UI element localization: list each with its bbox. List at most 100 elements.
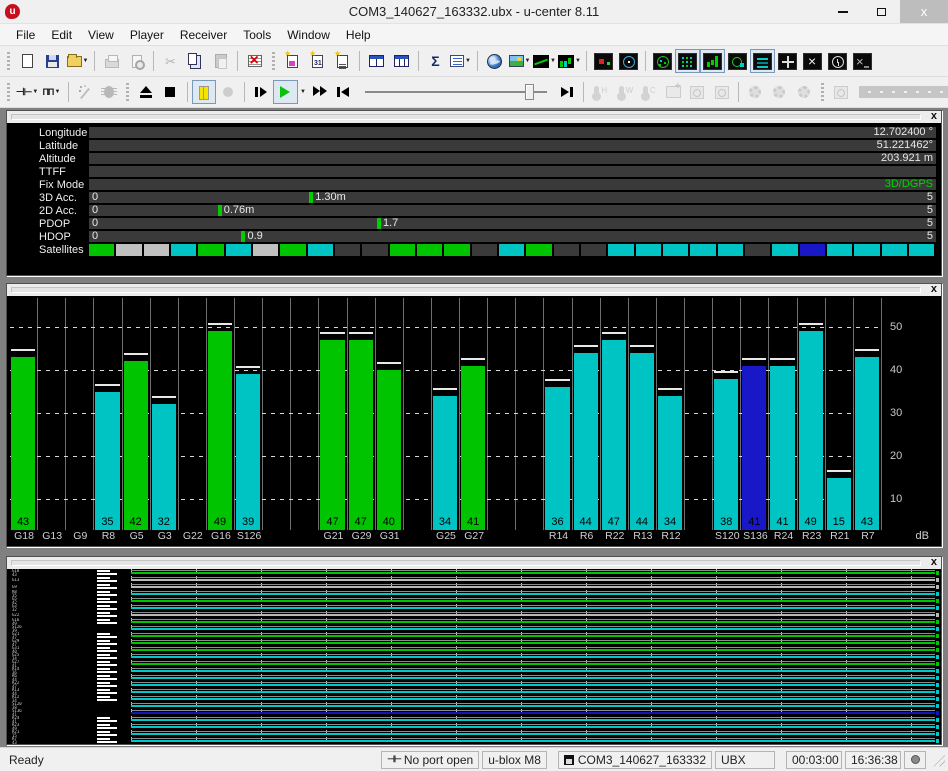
satellite-track-view-button[interactable] (725, 49, 750, 73)
toolbar-grip[interactable] (272, 52, 275, 70)
history-panel-header[interactable]: x (7, 557, 941, 569)
new-file-button[interactable] (15, 49, 40, 73)
map-view-button[interactable]: ▼ (507, 49, 532, 73)
split-horizontal-button[interactable] (364, 49, 389, 73)
print-button[interactable] (99, 49, 124, 73)
warm-start-button[interactable] (613, 80, 637, 104)
autoconfig-button[interactable] (73, 80, 97, 104)
maximize-button[interactable] (862, 0, 900, 23)
chart-panel-header[interactable]: x (7, 284, 941, 296)
stop-button[interactable] (158, 80, 182, 104)
docking-config-button[interactable] (829, 80, 853, 104)
status-protocol-cell[interactable]: UBX (715, 751, 775, 769)
satellite-block (89, 244, 114, 256)
dropdown-arrow-icon[interactable]: ▼ (83, 58, 89, 64)
skip-to-start-button[interactable] (333, 80, 357, 104)
compass-view-button[interactable] (616, 49, 641, 73)
sky-view-button[interactable] (650, 49, 675, 73)
play-dropdown-button[interactable]: ▼ (298, 80, 309, 104)
toolbar-grip[interactable] (821, 83, 824, 101)
close-view-button[interactable] (800, 49, 825, 73)
toolbar-grip[interactable] (7, 83, 10, 101)
new-text-view-button[interactable] (330, 49, 355, 73)
history-end-cap (936, 683, 939, 687)
gnss-config-2-button[interactable] (710, 80, 734, 104)
signal-level-view-button[interactable] (700, 49, 725, 73)
history-row: G3140 (9, 646, 939, 653)
status-receiver-cell[interactable]: u-blox M8 (482, 751, 547, 769)
menu-item-edit[interactable]: Edit (43, 26, 80, 44)
clear-table-button[interactable] (242, 49, 267, 73)
play-button[interactable] (273, 80, 297, 104)
settings-1-button[interactable] (743, 80, 767, 104)
playback-slider[interactable] (365, 82, 547, 102)
data-panel-header[interactable]: x (7, 111, 941, 123)
dropdown-arrow-icon[interactable]: ▼ (525, 58, 531, 64)
close-button[interactable]: x (900, 0, 948, 23)
text-console-view-button[interactable] (750, 49, 775, 73)
menu-item-tools[interactable]: Tools (235, 26, 279, 44)
split-vertical-button[interactable] (389, 49, 414, 73)
menu-item-file[interactable]: File (8, 26, 43, 44)
hot-start-button[interactable] (588, 80, 612, 104)
toolbar-grip[interactable] (7, 52, 10, 70)
settings-2-button[interactable] (767, 80, 791, 104)
history-row: G9 (9, 583, 939, 590)
new-date-view-button[interactable] (305, 49, 330, 73)
save-file-button[interactable] (40, 49, 65, 73)
menu-item-player[interactable]: Player (122, 26, 172, 44)
panel-grabber[interactable] (11, 114, 921, 120)
dropdown-arrow-icon[interactable]: ▼ (550, 58, 556, 64)
data-view-button[interactable] (675, 49, 700, 73)
cold-start-button[interactable] (637, 80, 661, 104)
slider-handle[interactable] (525, 84, 534, 100)
panel-grabber[interactable] (11, 560, 921, 566)
open-file-button[interactable]: ▼ (65, 49, 90, 73)
dropdown-arrow-icon[interactable]: ▼ (32, 89, 38, 95)
pause-button[interactable] (192, 80, 216, 104)
clear-view-button[interactable] (850, 49, 875, 73)
menu-item-receiver[interactable]: Receiver (172, 26, 235, 44)
new-chart-view-button[interactable] (280, 49, 305, 73)
statistics-view-button[interactable]: Σ (423, 49, 448, 73)
record-button[interactable] (216, 80, 240, 104)
dropdown-arrow-icon[interactable]: ▼ (465, 58, 471, 64)
histogram-view-button[interactable]: ▼ (557, 49, 582, 73)
google-earth-button[interactable] (482, 49, 507, 73)
dropdown-arrow-icon[interactable]: ▼ (575, 58, 581, 64)
gnss-config-1-button[interactable] (685, 80, 709, 104)
sky-chart-view-button[interactable] (775, 49, 800, 73)
panel-close-icon[interactable]: x (931, 110, 937, 122)
connect-button[interactable]: ⊣⊢▼ (15, 80, 39, 104)
menu-item-view[interactable]: View (80, 26, 122, 44)
menu-item-window[interactable]: Window (279, 26, 338, 44)
panel-grabber[interactable] (11, 287, 921, 293)
status-file-cell[interactable]: COM3_140627_163332 (558, 751, 712, 769)
step-forward-button[interactable] (249, 80, 273, 104)
dropdown-arrow-icon[interactable]: ▼ (54, 89, 60, 95)
gauge-marker (309, 192, 313, 203)
add-window-button[interactable] (661, 80, 685, 104)
panel-close-icon[interactable]: x (931, 556, 937, 568)
messages-view-icon (450, 55, 464, 67)
debug-button[interactable] (97, 80, 121, 104)
baudrate-button[interactable]: ΠΠ▼ (39, 80, 63, 104)
minimize-button[interactable] (824, 0, 862, 23)
eject-button[interactable] (134, 80, 158, 104)
fast-forward-button[interactable] (308, 80, 332, 104)
paste-button[interactable] (208, 49, 233, 73)
copy-button[interactable] (183, 49, 208, 73)
messages-view-button[interactable]: ▼ (448, 49, 473, 73)
toolbar-grip[interactable] (126, 83, 129, 101)
status-port-cell[interactable]: ⊣⊢ No port open (381, 751, 479, 769)
cut-button[interactable]: ✂ (158, 49, 183, 73)
camera-view-button[interactable] (591, 49, 616, 73)
skip-to-end-button[interactable] (555, 80, 579, 104)
settings-3-button[interactable] (791, 80, 815, 104)
resize-grip[interactable] (931, 753, 945, 767)
print-preview-button[interactable] (124, 49, 149, 73)
chart-view-button[interactable]: ▼ (532, 49, 557, 73)
menu-item-help[interactable]: Help (338, 26, 379, 44)
panel-close-icon[interactable]: x (931, 283, 937, 295)
clock-view-button[interactable] (825, 49, 850, 73)
